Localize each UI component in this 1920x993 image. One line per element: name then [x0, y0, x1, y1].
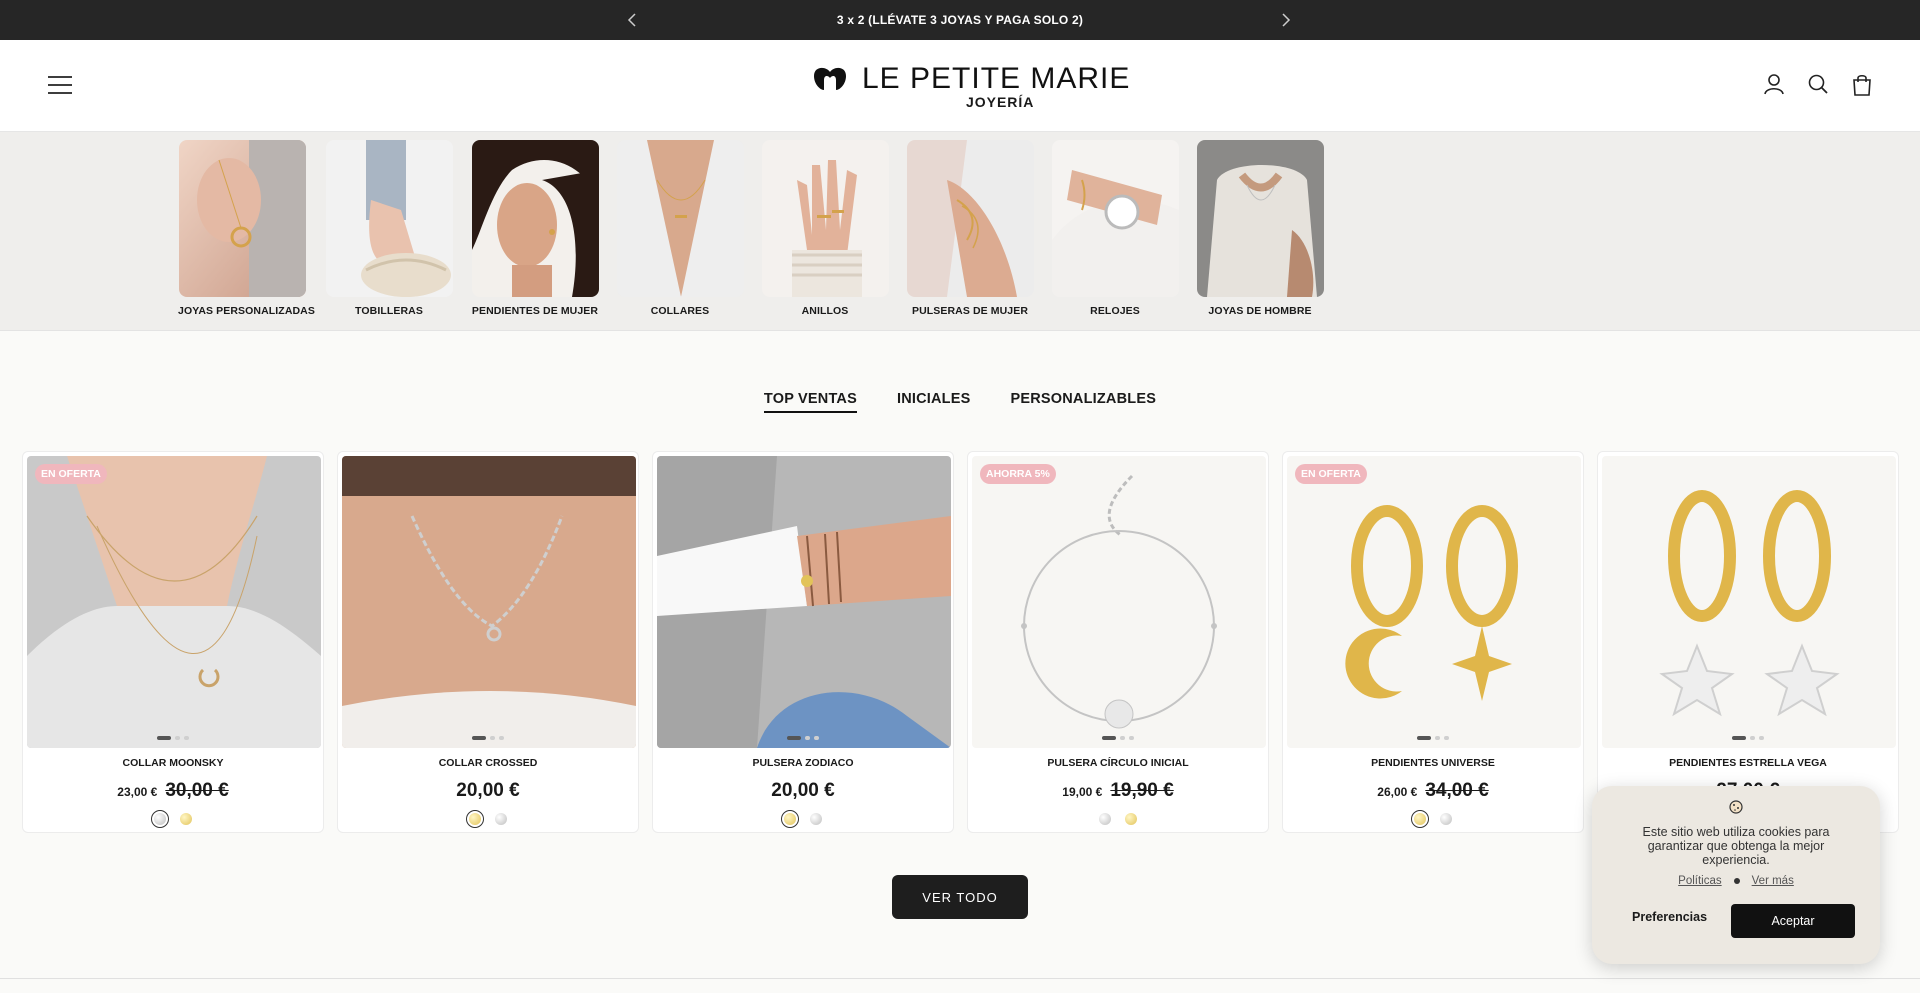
- category-label: TOBILLERAS: [355, 305, 423, 317]
- category-image: [1196, 140, 1324, 297]
- category-image: [906, 140, 1034, 297]
- preferences-button[interactable]: Preferencias: [1632, 910, 1707, 924]
- color-swatch-gold[interactable]: [1411, 810, 1429, 828]
- color-swatch-gold[interactable]: [1122, 810, 1140, 828]
- product-image[interactable]: [972, 456, 1266, 748]
- section-divider: [0, 978, 1920, 979]
- category-item[interactable]: PENDIENTES DE MUJER: [471, 140, 599, 317]
- tab-personalizables[interactable]: PERSONALIZABLES: [1010, 391, 1156, 413]
- category-item[interactable]: COLLARES: [616, 140, 744, 317]
- category-label: PENDIENTES DE MUJER: [471, 305, 599, 317]
- category-image: [616, 140, 744, 297]
- account-icon[interactable]: [1763, 73, 1785, 97]
- tab-top-ventas[interactable]: TOP VENTAS: [763, 391, 857, 413]
- sale-price: 26,00 €: [1377, 785, 1418, 799]
- category-item[interactable]: ANILLOS: [761, 140, 889, 317]
- color-swatch-gold[interactable]: [177, 810, 195, 828]
- product-name[interactable]: PENDIENTES ESTRELLA VEGA: [1598, 757, 1898, 769]
- color-swatch-silver[interactable]: [1096, 810, 1114, 828]
- cookie-banner: Este sitio web utiliza cookies para gara…: [1592, 786, 1880, 964]
- image-pagination[interactable]: [968, 736, 1268, 740]
- image-pagination[interactable]: [1283, 736, 1583, 740]
- cookie-icon: [1592, 800, 1880, 817]
- category-image: [178, 140, 306, 297]
- original-price: 34,00 €: [1425, 780, 1489, 801]
- product-card[interactable]: PENDIENTES ESTRELLA VEGA 27,00 €: [1597, 451, 1899, 833]
- sale-badge: EN OFERTA: [1295, 464, 1367, 484]
- color-swatch-gold[interactable]: [781, 810, 799, 828]
- chevron-right-icon[interactable]: [1276, 10, 1296, 30]
- color-swatch-silver[interactable]: [492, 810, 510, 828]
- category-item[interactable]: PULSERAS DE MUJER: [906, 140, 1034, 317]
- separator-dot: [1733, 878, 1740, 884]
- menu-icon[interactable]: [47, 75, 73, 95]
- sale-price: 19,00 €: [1062, 785, 1103, 799]
- chevron-left-icon[interactable]: [622, 10, 642, 30]
- original-price: 19,90 €: [1110, 780, 1174, 801]
- category-item[interactable]: TOBILLERAS: [325, 140, 453, 317]
- brand-mark-icon: [814, 67, 846, 90]
- color-swatch-silver[interactable]: [1437, 810, 1455, 828]
- policies-link[interactable]: Políticas: [1678, 875, 1721, 887]
- brand-logo[interactable]: LE PETITE MARIE JOYERÍA: [812, 62, 1130, 110]
- announcement-text: 3 x 2 (LLÉVATE 3 JOYAS Y PAGA SOLO 2): [836, 13, 1084, 27]
- more-info-link[interactable]: Ver más: [1752, 875, 1794, 887]
- product-price: 20,00 €: [456, 780, 520, 801]
- product-name[interactable]: COLLAR CROSSED: [338, 757, 638, 769]
- product-image[interactable]: [657, 456, 951, 748]
- category-item[interactable]: RELOJES: [1051, 140, 1179, 317]
- category-image: [471, 140, 599, 297]
- category-image: [325, 140, 453, 297]
- product-card[interactable]: COLLAR CROSSED 20,00 €: [337, 451, 639, 833]
- site-header: LE PETITE MARIE JOYERÍA: [0, 40, 1920, 132]
- brand-name: LE PETITE MARIE: [862, 62, 1131, 95]
- brand-subtitle: JOYERÍA: [965, 94, 1035, 110]
- original-price: 30,00 €: [165, 780, 229, 801]
- view-all-button[interactable]: VER TODO: [892, 875, 1028, 919]
- image-pagination[interactable]: [338, 736, 638, 740]
- product-image[interactable]: [1287, 456, 1581, 748]
- image-pagination[interactable]: [1598, 736, 1898, 740]
- product-tabs: TOP VENTAS INICIALES PERSONALIZABLES: [0, 391, 1920, 413]
- product-name[interactable]: PULSERA CÍRCULO INICIAL: [968, 757, 1268, 769]
- product-price: 20,00 €: [771, 780, 835, 801]
- image-pagination[interactable]: [653, 736, 953, 740]
- category-image: [761, 140, 889, 297]
- category-label: RELOJES: [1090, 305, 1140, 317]
- color-swatch-gold[interactable]: [466, 810, 484, 828]
- product-card[interactable]: EN OFERTA PENDIENTES UNIVERSE 26,00 € 34…: [1282, 451, 1584, 833]
- image-pagination[interactable]: [23, 736, 323, 740]
- category-label: COLLARES: [650, 305, 710, 317]
- category-item[interactable]: JOYAS DE HOMBRE: [1196, 140, 1324, 317]
- product-name[interactable]: COLLAR MOONSKY: [23, 757, 323, 769]
- product-image[interactable]: [342, 456, 636, 748]
- product-image[interactable]: [1602, 456, 1896, 748]
- color-swatch-silver[interactable]: [807, 810, 825, 828]
- product-image[interactable]: [27, 456, 321, 748]
- product-card[interactable]: PULSERA ZODIACO 20,00 €: [652, 451, 954, 833]
- cookie-message: Este sitio web utiliza cookies para gara…: [1642, 825, 1830, 867]
- category-strip: JOYAS PERSONALIZADAS TOBILLERAS PENDIENT…: [0, 132, 1920, 331]
- color-swatch-silver[interactable]: [151, 810, 169, 828]
- category-image: [1051, 140, 1179, 297]
- announcement-bar: 3 x 2 (LLÉVATE 3 JOYAS Y PAGA SOLO 2): [0, 0, 1920, 40]
- sale-price: 23,00 €: [117, 785, 158, 799]
- accept-button[interactable]: Aceptar: [1731, 904, 1855, 938]
- cart-icon[interactable]: [1851, 73, 1873, 97]
- category-label: ANILLOS: [801, 305, 849, 317]
- tab-iniciales[interactable]: INICIALES: [897, 391, 971, 413]
- sale-badge: EN OFERTA: [35, 464, 107, 484]
- category-label: JOYAS PERSONALIZADAS: [178, 305, 315, 317]
- category-label: PULSERAS DE MUJER: [911, 305, 1029, 317]
- category-label: JOYAS DE HOMBRE: [1208, 305, 1312, 317]
- savings-badge: AHORRA 5%: [980, 464, 1056, 484]
- search-icon[interactable]: [1807, 73, 1829, 97]
- product-name[interactable]: PENDIENTES UNIVERSE: [1283, 757, 1583, 769]
- category-item[interactable]: JOYAS PERSONALIZADAS: [178, 140, 315, 317]
- product-card[interactable]: AHORRA 5% PULSERA CÍRCULO INICIAL 19,00 …: [967, 451, 1269, 833]
- product-card[interactable]: EN OFERTA COLLAR MOONSKY 23,00 € 30,00 €: [22, 451, 324, 833]
- product-name[interactable]: PULSERA ZODIACO: [653, 757, 953, 769]
